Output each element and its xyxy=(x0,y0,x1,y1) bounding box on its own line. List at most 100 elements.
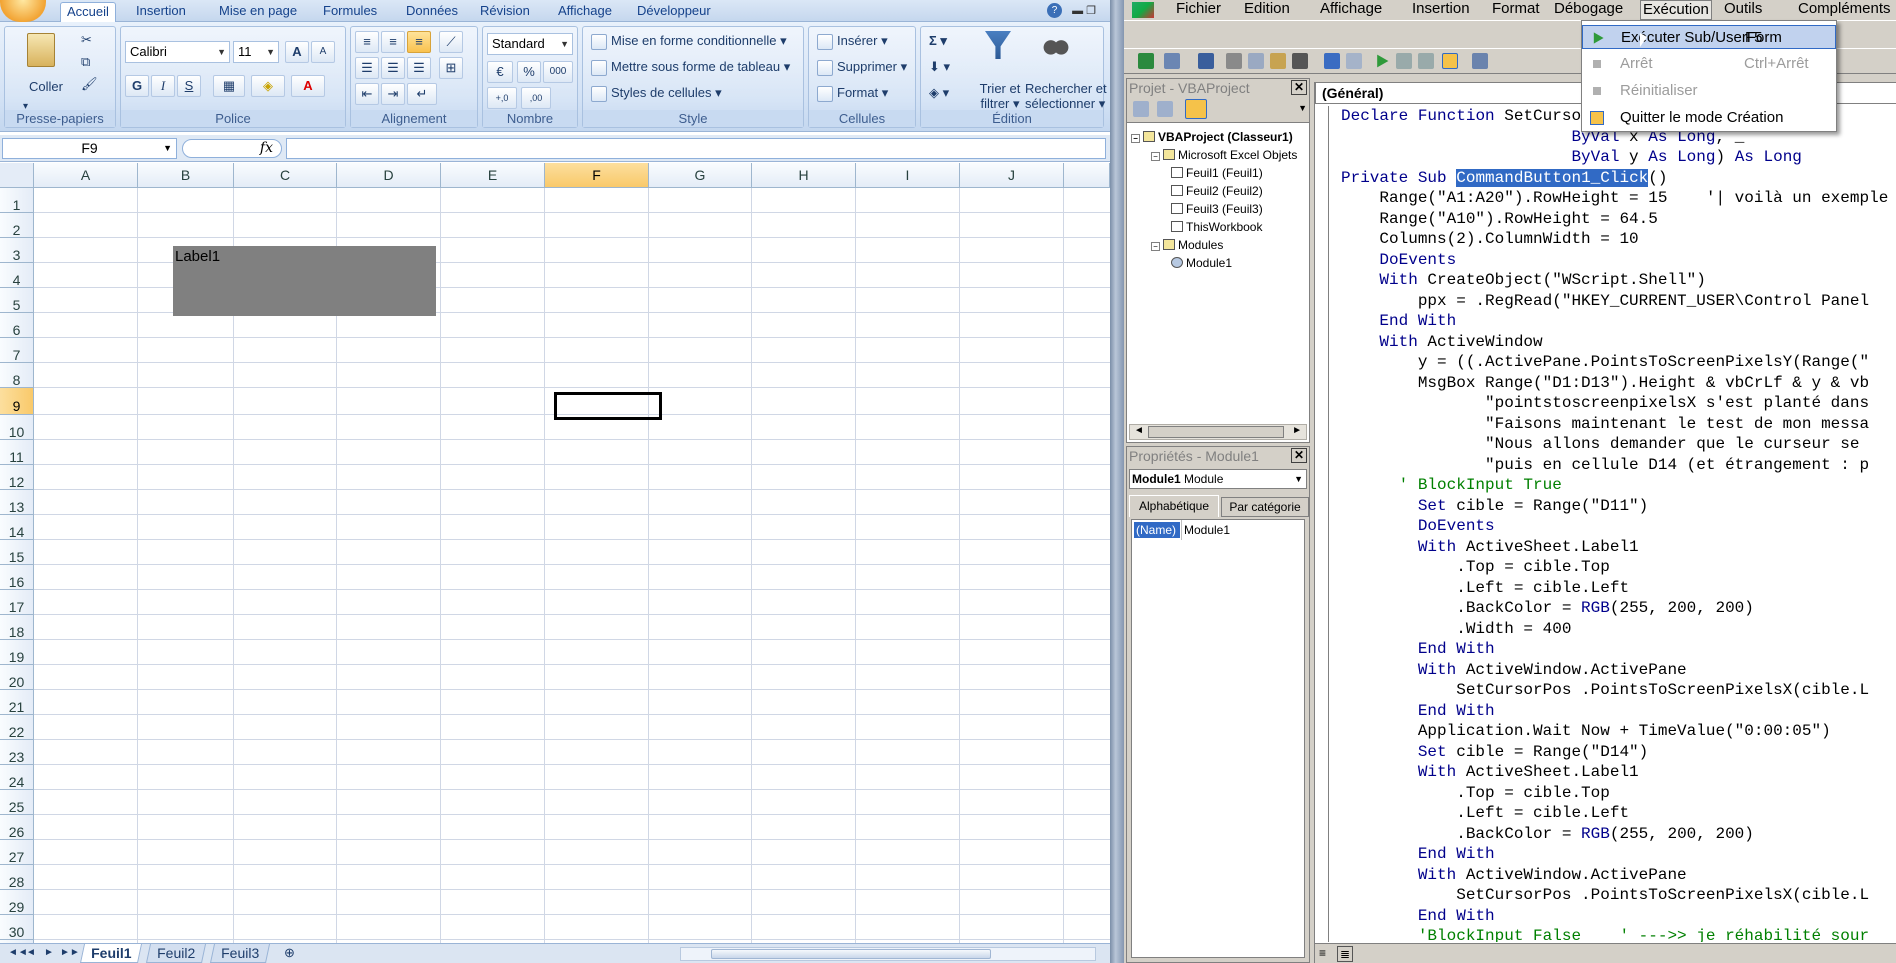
code-line[interactable]: .Left = cible.Left xyxy=(1341,803,1629,823)
format-painter-icon[interactable]: 🖌 xyxy=(81,76,98,92)
code-line[interactable]: .Top = cible.Top xyxy=(1341,557,1610,577)
tree-item-sheet[interactable]: Feuil2 (Feuil2) xyxy=(1171,183,1263,199)
underline-button[interactable]: S xyxy=(177,75,201,97)
tab-mise-en-page[interactable]: Mise en page xyxy=(213,2,303,22)
tree-item-sheet[interactable]: ThisWorkbook xyxy=(1171,219,1262,235)
grow-font-button[interactable]: A xyxy=(285,41,309,63)
paste-button[interactable]: Coller xyxy=(29,79,63,94)
row-header-3[interactable]: 3 xyxy=(0,238,34,263)
procedure-view-icon[interactable]: ≡ xyxy=(1319,946,1326,960)
column-header-h[interactable]: H xyxy=(752,163,856,188)
column-header-c[interactable]: C xyxy=(234,163,337,188)
collapse-icon[interactable]: − xyxy=(1151,242,1160,251)
number-format-select[interactable]: Standard ▼ xyxy=(487,33,573,55)
tree-item-sheet[interactable]: Feuil3 (Feuil3) xyxy=(1171,201,1263,217)
row-header-18[interactable]: 18 xyxy=(0,615,34,640)
code-editor[interactable]: Declare Function SetCursorPos Lib "user3… xyxy=(1333,106,1896,942)
row-header-1[interactable]: 1 xyxy=(0,188,34,213)
code-line[interactable]: End With xyxy=(1341,639,1495,659)
code-line[interactable]: ppx = .RegRead("HKEY_CURRENT_USER\Contro… xyxy=(1341,291,1869,311)
row-header-21[interactable]: 21 xyxy=(0,690,34,715)
row-header-28[interactable]: 28 xyxy=(0,865,34,890)
select-all-corner[interactable] xyxy=(0,163,34,188)
find-select-button[interactable]: Rechercher et sélectionner ▾ xyxy=(1025,81,1107,111)
format-as-table-button[interactable]: Mettre sous forme de tableau ▾ xyxy=(591,59,790,76)
row-header-29[interactable]: 29 xyxy=(0,890,34,915)
worksheet-grid[interactable]: A B C D E F G H I J 1 2 3 4 5 6 7 8 9 10 11 12 13 14 15 16 17 18 19 2… xyxy=(0,163,1110,943)
object-select[interactable]: Module1 Module ▼ xyxy=(1129,469,1307,489)
view-object-icon[interactable] xyxy=(1157,101,1173,117)
merge-icon[interactable]: ⊞ xyxy=(439,57,463,79)
row-header-14[interactable]: 14 xyxy=(0,515,34,540)
help-icon[interactable]: ? xyxy=(1047,3,1062,18)
row-header-11[interactable]: 11 xyxy=(0,440,34,465)
menu-item-3[interactable]: Quitter le mode Création xyxy=(1582,106,1836,130)
row-header-27[interactable]: 27 xyxy=(0,840,34,865)
column-header-f[interactable]: F xyxy=(545,163,649,188)
code-line[interactable]: y = ((.ActivePane.PointsToScreenPixelsY(… xyxy=(1341,352,1869,372)
code-line[interactable]: "puis en cellule D14 (et étrangement : p xyxy=(1341,455,1869,475)
code-line[interactable]: "pointstoscreenpixelsX s'est planté dans xyxy=(1341,393,1869,413)
increase-indent-icon[interactable]: ⇥ xyxy=(381,83,405,105)
row-header-24[interactable]: 24 xyxy=(0,765,34,790)
format-cells-button[interactable]: Format ▾ xyxy=(817,85,888,102)
column-header-e[interactable]: E xyxy=(441,163,545,188)
collapse-icon[interactable]: − xyxy=(1151,152,1160,161)
undo-icon[interactable] xyxy=(1324,53,1340,69)
column-header-g[interactable]: G xyxy=(649,163,752,188)
scroll-right-icon[interactable]: ► xyxy=(1292,425,1302,436)
code-line[interactable]: With ActiveSheet.Label1 xyxy=(1341,762,1639,782)
full-module-view-icon[interactable]: ≣ xyxy=(1337,946,1354,962)
row-header-20[interactable]: 20 xyxy=(0,665,34,690)
code-line[interactable]: DoEvents xyxy=(1341,250,1456,270)
code-line[interactable]: End With xyxy=(1341,311,1456,331)
code-line[interactable]: End With xyxy=(1341,701,1495,721)
chevron-down-icon[interactable]: ▼ xyxy=(1298,103,1307,113)
close-icon[interactable]: ✕ xyxy=(1291,448,1307,463)
code-line[interactable]: Range("A1:A20").RowHeight = 15 '| voilà … xyxy=(1341,188,1888,208)
sheet-tab-feuil2[interactable]: Feuil2 xyxy=(145,944,207,963)
increase-decimal-icon[interactable]: +,0 xyxy=(487,87,517,109)
label1-control[interactable]: Label1 xyxy=(173,246,436,316)
scroll-left-icon[interactable]: ◄ xyxy=(1134,425,1144,436)
tab-développeur[interactable]: Développeur xyxy=(631,2,717,22)
row-header-7[interactable]: 7 xyxy=(0,338,34,363)
row-header-6[interactable]: 6 xyxy=(0,313,34,338)
menu-item-0[interactable]: Exécuter Sub/UserForm F5 xyxy=(1582,25,1836,49)
tree-item-sheet[interactable]: Feuil1 (Feuil1) xyxy=(1171,165,1263,181)
shrink-font-button[interactable]: A xyxy=(311,41,335,63)
code-line[interactable]: MsgBox Range("D1:D13").Height & vbCrLf &… xyxy=(1341,373,1869,393)
column-header-d[interactable]: D xyxy=(337,163,441,188)
code-line[interactable]: Set cible = Range("D14") xyxy=(1341,742,1648,762)
find-icon[interactable] xyxy=(1292,53,1308,69)
row-header-30[interactable]: 30 xyxy=(0,915,34,940)
cut-icon[interactable]: ✂ xyxy=(81,32,92,48)
vbe-menu-format[interactable]: Format xyxy=(1490,0,1542,20)
code-line[interactable]: Range("A10").RowHeight = 64.5 xyxy=(1341,209,1657,229)
column-header-j[interactable]: J xyxy=(960,163,1064,188)
decrease-indent-icon[interactable]: ⇤ xyxy=(355,83,379,105)
tab-révision[interactable]: Révision xyxy=(474,2,536,22)
close-icon[interactable]: ✕ xyxy=(1291,80,1307,95)
next-sheet-icon[interactable]: ► xyxy=(44,947,54,958)
sheet-tab-feuil3[interactable]: Feuil3 xyxy=(209,944,271,963)
tree-item-folder[interactable]: − Modules xyxy=(1151,237,1223,253)
design-mode-icon[interactable] xyxy=(1442,53,1458,69)
code-line[interactable]: .BackColor = RGB(255, 200, 200) xyxy=(1341,598,1754,618)
row-header-22[interactable]: 22 xyxy=(0,715,34,740)
code-line[interactable]: SetCursorPos .PointsToScreenPixelsX(cibl… xyxy=(1341,885,1869,905)
copy-icon[interactable] xyxy=(1248,53,1264,69)
horizontal-scrollbar[interactable] xyxy=(680,947,1096,961)
tab-alphabetic[interactable]: Alphabétique xyxy=(1129,495,1219,517)
code-line[interactable]: DoEvents xyxy=(1341,516,1495,536)
align-right-icon[interactable]: ☰ xyxy=(407,57,431,79)
tree-item-folder[interactable]: − Microsoft Excel Objets xyxy=(1151,147,1297,163)
row-header-15[interactable]: 15 xyxy=(0,540,34,565)
row-header-8[interactable]: 8 xyxy=(0,363,34,388)
code-line[interactable]: With ActiveWindow xyxy=(1341,332,1542,352)
project-explorer-icon[interactable] xyxy=(1472,53,1488,69)
italic-button[interactable]: I xyxy=(151,75,175,97)
bold-button[interactable]: G xyxy=(125,75,149,97)
font-color-button[interactable]: A xyxy=(291,75,325,97)
code-line[interactable]: End With xyxy=(1341,844,1495,864)
